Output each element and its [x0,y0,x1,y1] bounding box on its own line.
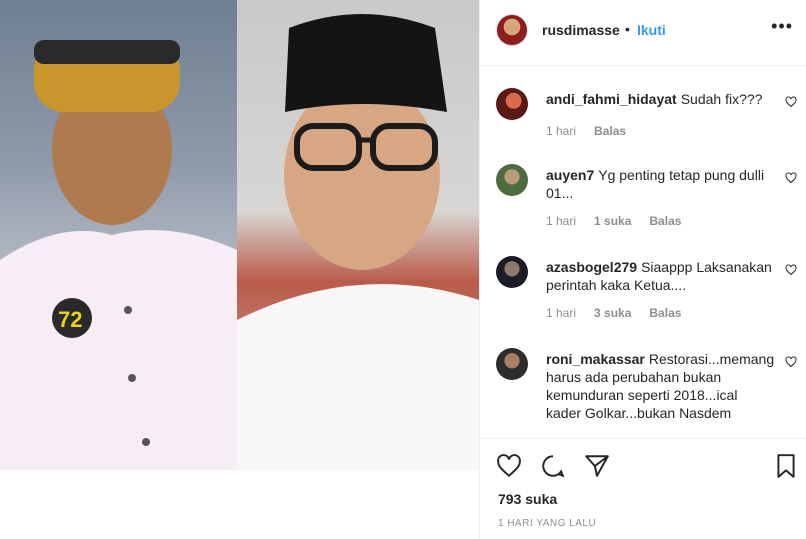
comment-body: Sudah fix??? [680,91,763,107]
reply-button[interactable]: Balas [649,214,681,228]
comment-bubble-icon[interactable] [540,453,566,479]
share-paper-plane-icon[interactable] [584,453,610,479]
comments-list[interactable]: andi_fahmi_hidayat Sudah fix??? 1 hari Bal… [480,66,806,438]
left-portrait-illustration: 72 [0,40,237,470]
follow-button[interactable]: Ikuti [637,22,666,38]
right-portrait-illustration [237,14,479,470]
comment-meta: 1 hari Balas [546,124,644,138]
comment-age[interactable]: 1 hari [546,124,576,138]
author-username[interactable]: rusdimasse [542,22,620,38]
reply-button[interactable]: Balas [649,306,681,320]
commenter-username[interactable]: roni_makassar [546,351,645,367]
commenter-avatar[interactable] [496,88,528,120]
commenter-avatar[interactable] [496,256,528,288]
svg-text:72: 72 [58,307,82,332]
commenter-username[interactable]: auyen7 [546,167,594,183]
comment-meta: 1 hari 3 suka Balas [546,306,699,320]
commenter-avatar[interactable] [496,164,528,196]
like-comment-heart-icon[interactable] [785,264,797,276]
more-options-icon[interactable]: ••• [771,16,793,37]
photo-left-person: 72 [0,0,237,470]
author-avatar[interactable] [496,14,528,46]
photo-right-person [237,0,479,470]
save-bookmark-icon[interactable] [773,453,799,479]
like-heart-icon[interactable] [496,453,522,479]
comment-like-count[interactable]: 3 suka [594,306,631,320]
post-actions: 793 suka 1 HARI YANG LALU [480,438,806,539]
commenter-username[interactable]: azasbogel279 [546,259,637,275]
like-count[interactable]: 793 suka [498,491,557,507]
separator-dot: • [625,21,630,37]
comment-text: roni_makassar Restorasi...memang harus ad… [546,350,776,422]
comment-age[interactable]: 1 hari [546,306,576,320]
reply-button[interactable]: Balas [594,124,626,138]
like-comment-heart-icon[interactable] [785,96,797,108]
comment-meta: 1 hari 1 suka Balas [546,214,699,228]
post-header: rusdimasse • Ikuti ••• [480,0,806,66]
photo-bottom-spacer [0,470,479,539]
comment-age[interactable]: 1 hari [546,214,576,228]
comment-like-count[interactable]: 1 suka [594,214,631,228]
comment-text: andi_fahmi_hidayat Sudah fix??? [546,90,776,108]
post-photo[interactable]: 72 [0,0,479,470]
post-timestamp: 1 HARI YANG LALU [498,518,597,529]
comment-text: auyen7 Yg penting tetap pung dulli 01... [546,166,776,202]
like-comment-heart-icon[interactable] [785,356,797,368]
post-sidebar: rusdimasse • Ikuti ••• andi_fahmi_hidaya… [479,0,806,539]
commenter-avatar[interactable] [496,348,528,380]
commenter-username[interactable]: andi_fahmi_hidayat [546,91,677,107]
comment-text: azasbogel279 Siaappp Laksanakan perintah … [546,258,776,294]
like-comment-heart-icon[interactable] [785,172,797,184]
